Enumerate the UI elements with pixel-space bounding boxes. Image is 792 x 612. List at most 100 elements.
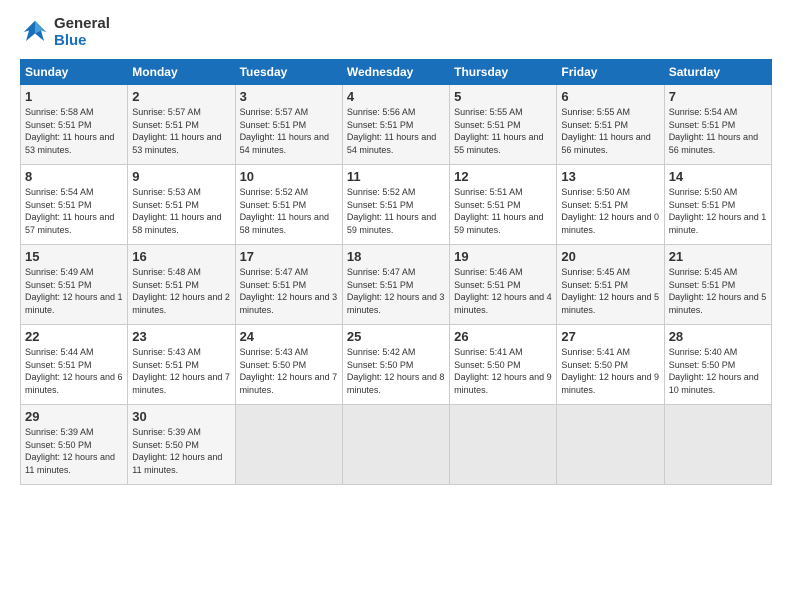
day-info: Sunrise: 5:50 AMSunset: 5:51 PMDaylight:… xyxy=(669,186,767,236)
day-info: Sunrise: 5:54 AMSunset: 5:51 PMDaylight:… xyxy=(25,186,123,236)
day-number: 13 xyxy=(561,169,659,184)
day-info: Sunrise: 5:41 AMSunset: 5:50 PMDaylight:… xyxy=(454,346,552,396)
day-info: Sunrise: 5:52 AMSunset: 5:51 PMDaylight:… xyxy=(240,186,338,236)
day-info: Sunrise: 5:43 AMSunset: 5:51 PMDaylight:… xyxy=(132,346,230,396)
day-number: 15 xyxy=(25,249,123,264)
day-info: Sunrise: 5:58 AMSunset: 5:51 PMDaylight:… xyxy=(25,106,123,156)
calendar-cell: 26 Sunrise: 5:41 AMSunset: 5:50 PMDayligh… xyxy=(450,325,557,405)
day-info: Sunrise: 5:50 AMSunset: 5:51 PMDaylight:… xyxy=(561,186,659,236)
day-info: Sunrise: 5:46 AMSunset: 5:51 PMDaylight:… xyxy=(454,266,552,316)
day-number: 9 xyxy=(132,169,230,184)
day-number: 25 xyxy=(347,329,445,344)
day-number: 4 xyxy=(347,89,445,104)
day-info: Sunrise: 5:40 AMSunset: 5:50 PMDaylight:… xyxy=(669,346,767,396)
calendar-week-1: 1 Sunrise: 5:58 AMSunset: 5:51 PMDaylight… xyxy=(21,85,772,165)
day-number: 26 xyxy=(454,329,552,344)
calendar-cell: 8 Sunrise: 5:54 AMSunset: 5:51 PMDaylight… xyxy=(21,165,128,245)
calendar-cell: 25 Sunrise: 5:42 AMSunset: 5:50 PMDayligh… xyxy=(342,325,449,405)
calendar-cell xyxy=(235,405,342,485)
calendar-cell: 27 Sunrise: 5:41 AMSunset: 5:50 PMDayligh… xyxy=(557,325,664,405)
calendar-header-thursday: Thursday xyxy=(450,60,557,85)
logo-text: General Blue xyxy=(54,15,110,49)
calendar-cell xyxy=(342,405,449,485)
day-number: 16 xyxy=(132,249,230,264)
calendar-cell: 11 Sunrise: 5:52 AMSunset: 5:51 PMDayligh… xyxy=(342,165,449,245)
calendar-header-row: SundayMondayTuesdayWednesdayThursdayFrid… xyxy=(21,60,772,85)
calendar-cell xyxy=(664,405,771,485)
day-number: 11 xyxy=(347,169,445,184)
calendar-cell: 1 Sunrise: 5:58 AMSunset: 5:51 PMDaylight… xyxy=(21,85,128,165)
day-info: Sunrise: 5:56 AMSunset: 5:51 PMDaylight:… xyxy=(347,106,445,156)
calendar-cell: 4 Sunrise: 5:56 AMSunset: 5:51 PMDaylight… xyxy=(342,85,449,165)
day-number: 12 xyxy=(454,169,552,184)
day-info: Sunrise: 5:45 AMSunset: 5:51 PMDaylight:… xyxy=(561,266,659,316)
day-number: 14 xyxy=(669,169,767,184)
day-number: 3 xyxy=(240,89,338,104)
day-number: 28 xyxy=(669,329,767,344)
calendar-week-2: 8 Sunrise: 5:54 AMSunset: 5:51 PMDaylight… xyxy=(21,165,772,245)
day-number: 29 xyxy=(25,409,123,424)
day-number: 7 xyxy=(669,89,767,104)
calendar-cell: 30Sunrise: 5:39 AMSunset: 5:50 PMDayligh… xyxy=(128,405,235,485)
calendar-cell: 5 Sunrise: 5:55 AMSunset: 5:51 PMDaylight… xyxy=(450,85,557,165)
day-number: 20 xyxy=(561,249,659,264)
calendar-cell: 12Sunrise: 5:51 AMSunset: 5:51 PMDayligh… xyxy=(450,165,557,245)
day-number: 19 xyxy=(454,249,552,264)
calendar-cell: 19 Sunrise: 5:46 AMSunset: 5:51 PMDayligh… xyxy=(450,245,557,325)
day-info: Sunrise: 5:39 AMSunset: 5:50 PMDaylight:… xyxy=(132,426,230,476)
calendar-cell: 17 Sunrise: 5:47 AMSunset: 5:51 PMDayligh… xyxy=(235,245,342,325)
day-number: 5 xyxy=(454,89,552,104)
day-info: Sunrise: 5:54 AMSunset: 5:51 PMDaylight:… xyxy=(669,106,767,156)
day-number: 6 xyxy=(561,89,659,104)
day-info: Sunrise: 5:47 AMSunset: 5:51 PMDaylight:… xyxy=(240,266,338,316)
page: General Blue SundayMondayTuesdayWednesda… xyxy=(0,0,792,612)
calendar-header-wednesday: Wednesday xyxy=(342,60,449,85)
day-info: Sunrise: 5:43 AMSunset: 5:50 PMDaylight:… xyxy=(240,346,338,396)
logo: General Blue xyxy=(20,15,110,49)
calendar-cell: 16 Sunrise: 5:48 AMSunset: 5:51 PMDayligh… xyxy=(128,245,235,325)
day-info: Sunrise: 5:45 AMSunset: 5:51 PMDaylight:… xyxy=(669,266,767,316)
calendar-cell: 7 Sunrise: 5:54 AMSunset: 5:51 PMDaylight… xyxy=(664,85,771,165)
calendar-cell: 28 Sunrise: 5:40 AMSunset: 5:50 PMDayligh… xyxy=(664,325,771,405)
calendar-week-5: 29 Sunrise: 5:39 AMSunset: 5:50 PMDayligh… xyxy=(21,405,772,485)
calendar-header-monday: Monday xyxy=(128,60,235,85)
calendar-cell xyxy=(557,405,664,485)
calendar-cell: 9 Sunrise: 5:53 AMSunset: 5:51 PMDaylight… xyxy=(128,165,235,245)
calendar-cell: 10 Sunrise: 5:52 AMSunset: 5:51 PMDayligh… xyxy=(235,165,342,245)
day-info: Sunrise: 5:57 AMSunset: 5:51 PMDaylight:… xyxy=(132,106,230,156)
calendar-cell: 18Sunrise: 5:47 AMSunset: 5:51 PMDayligh… xyxy=(342,245,449,325)
logo-icon xyxy=(20,17,50,47)
day-info: Sunrise: 5:47 AMSunset: 5:51 PMDaylight:… xyxy=(347,266,445,316)
day-number: 21 xyxy=(669,249,767,264)
day-number: 10 xyxy=(240,169,338,184)
day-number: 27 xyxy=(561,329,659,344)
calendar-cell: 2 Sunrise: 5:57 AMSunset: 5:51 PMDaylight… xyxy=(128,85,235,165)
calendar-cell: 13 Sunrise: 5:50 AMSunset: 5:51 PMDayligh… xyxy=(557,165,664,245)
day-info: Sunrise: 5:48 AMSunset: 5:51 PMDaylight:… xyxy=(132,266,230,316)
day-info: Sunrise: 5:55 AMSunset: 5:51 PMDaylight:… xyxy=(454,106,552,156)
day-number: 17 xyxy=(240,249,338,264)
day-info: Sunrise: 5:57 AMSunset: 5:51 PMDaylight:… xyxy=(240,106,338,156)
calendar-header-friday: Friday xyxy=(557,60,664,85)
calendar-cell: 21 Sunrise: 5:45 AMSunset: 5:51 PMDayligh… xyxy=(664,245,771,325)
day-number: 24 xyxy=(240,329,338,344)
header: General Blue xyxy=(20,15,772,49)
calendar-cell: 6Sunrise: 5:55 AMSunset: 5:51 PMDaylight… xyxy=(557,85,664,165)
calendar-header-tuesday: Tuesday xyxy=(235,60,342,85)
calendar-cell: 15Sunrise: 5:49 AMSunset: 5:51 PMDayligh… xyxy=(21,245,128,325)
calendar-cell xyxy=(450,405,557,485)
day-info: Sunrise: 5:41 AMSunset: 5:50 PMDaylight:… xyxy=(561,346,659,396)
calendar-week-3: 15Sunrise: 5:49 AMSunset: 5:51 PMDayligh… xyxy=(21,245,772,325)
day-info: Sunrise: 5:39 AMSunset: 5:50 PMDaylight:… xyxy=(25,426,123,476)
day-number: 23 xyxy=(132,329,230,344)
day-info: Sunrise: 5:52 AMSunset: 5:51 PMDaylight:… xyxy=(347,186,445,236)
day-number: 22 xyxy=(25,329,123,344)
calendar-cell: 24 Sunrise: 5:43 AMSunset: 5:50 PMDayligh… xyxy=(235,325,342,405)
day-number: 2 xyxy=(132,89,230,104)
day-number: 1 xyxy=(25,89,123,104)
day-info: Sunrise: 5:42 AMSunset: 5:50 PMDaylight:… xyxy=(347,346,445,396)
day-number: 8 xyxy=(25,169,123,184)
calendar-header-sunday: Sunday xyxy=(21,60,128,85)
calendar-cell: 14 Sunrise: 5:50 AMSunset: 5:51 PMDayligh… xyxy=(664,165,771,245)
day-info: Sunrise: 5:53 AMSunset: 5:51 PMDaylight:… xyxy=(132,186,230,236)
